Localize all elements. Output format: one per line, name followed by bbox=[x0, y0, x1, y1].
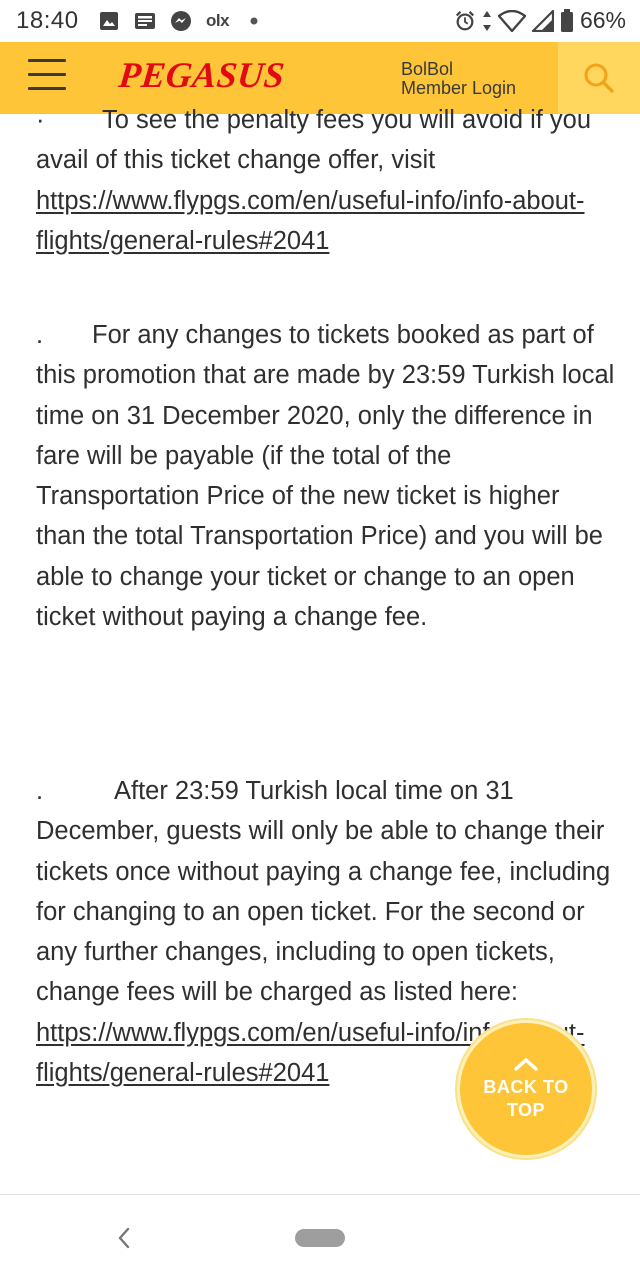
messenger-icon bbox=[170, 10, 192, 32]
paragraph-text: For any changes to tickets booked as par… bbox=[36, 321, 615, 632]
back-icon[interactable] bbox=[110, 1223, 138, 1253]
notification-icons: olx bbox=[98, 9, 265, 33]
general-rules-link[interactable]: https://www.flypgs.com/en/useful-info/in… bbox=[36, 187, 585, 255]
back-to-top-line-1: BACK TO bbox=[483, 1077, 569, 1097]
bullet: · bbox=[36, 106, 45, 134]
paragraph-changes-by-deadline: . For any changes to tickets booked as pa… bbox=[36, 315, 616, 637]
status-time: 18:40 bbox=[16, 7, 79, 34]
paragraph-penalty-fees: · To see the penalty fees you will avoid … bbox=[36, 100, 616, 261]
chevron-up-icon bbox=[514, 1058, 538, 1071]
dot-icon bbox=[243, 10, 265, 32]
home-pill-icon[interactable] bbox=[295, 1229, 345, 1247]
news-icon bbox=[134, 10, 156, 32]
photo-icon bbox=[98, 10, 120, 32]
system-icons: 66% bbox=[454, 7, 626, 34]
hamburger-menu-icon[interactable] bbox=[28, 59, 68, 95]
data-arrows-icon bbox=[482, 10, 492, 32]
back-to-top-button[interactable]: BACK TO TOP bbox=[457, 1020, 595, 1158]
wifi-icon bbox=[497, 9, 526, 32]
bolbol-member-login-link[interactable]: BolBol Member Login bbox=[401, 60, 516, 98]
member-line-1: BolBol bbox=[401, 59, 454, 79]
back-to-top-label: BACK TO TOP bbox=[483, 1076, 568, 1122]
member-line-2: Member Login bbox=[401, 78, 517, 98]
battery-icon bbox=[560, 8, 574, 32]
battery-percent: 66% bbox=[579, 7, 626, 33]
status-bar: 18:40 olx 66% bbox=[0, 0, 640, 42]
bullet: . bbox=[36, 777, 44, 805]
bullet: . bbox=[36, 321, 44, 349]
paragraph-text: To see the penalty fees you will avoid i… bbox=[36, 106, 592, 175]
signal-icon bbox=[531, 9, 554, 32]
pegasus-logo[interactable]: PEGASUS bbox=[117, 54, 287, 96]
olx-icon: olx bbox=[206, 11, 230, 30]
back-to-top-line-2: TOP bbox=[506, 1100, 546, 1120]
alarm-icon bbox=[454, 10, 476, 32]
search-icon bbox=[584, 63, 614, 93]
paragraph-text: After 23:59 Turkish local time on 31 Dec… bbox=[36, 777, 611, 1007]
system-nav-bar bbox=[0, 1194, 640, 1280]
